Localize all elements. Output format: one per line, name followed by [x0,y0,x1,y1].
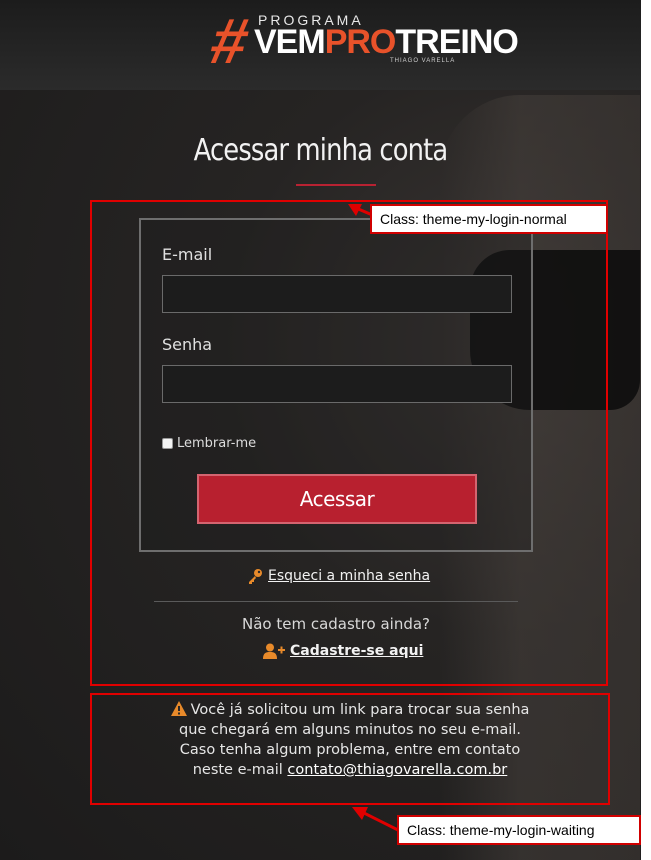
annotation-waiting-box [90,693,610,805]
annotation-label-normal: Class: theme-my-login-normal [370,204,608,234]
logo-subtitle: THIAGO VARELLA [390,58,456,64]
logo-pro: PRO [324,23,397,61]
logo-hash: # [204,5,256,77]
logo-treino: TREINO [395,23,518,61]
title-underline [296,184,376,186]
site-header: # PROGRAMA VEMPROTREINO THIAGO VARELLA [0,0,641,90]
page-title: Acessar minha conta [193,133,449,168]
logo[interactable]: # PROGRAMA VEMPROTREINO THIAGO VARELLA [204,5,518,82]
logo-vem: VEM [254,23,326,61]
annotation-label-waiting: Class: theme-my-login-waiting [397,815,641,845]
annotation-normal-box [90,200,608,686]
logo-wordmark: VEMPROTREINO [254,22,519,62]
